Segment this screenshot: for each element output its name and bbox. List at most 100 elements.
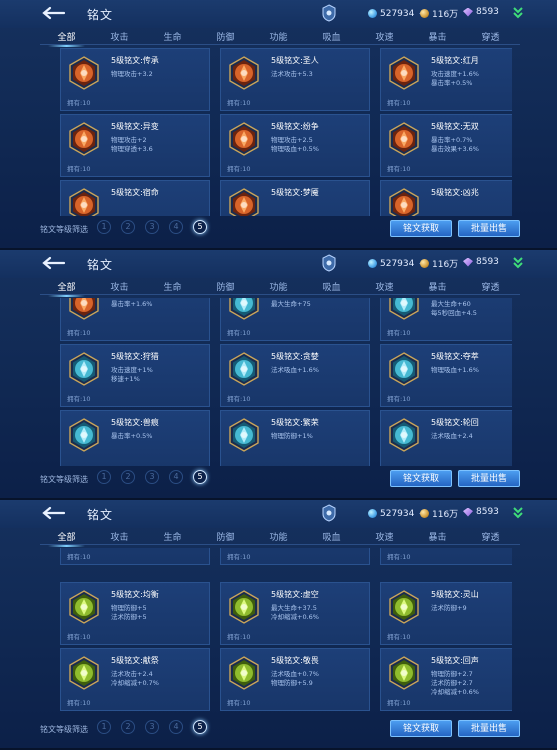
inscription-card[interactable]: 5级铭文:长生最大生命+75拥有:10 — [220, 298, 370, 341]
inscription-card[interactable]: 5级铭文:轮回 法术吸血+2.4 — [380, 410, 512, 466]
tab-6[interactable]: 攻速 — [358, 280, 411, 293]
batch-sell-button[interactable]: 批量出售 — [458, 720, 520, 737]
level-filter-3[interactable]: 3 — [145, 220, 159, 234]
inscription-card[interactable]: 5级铭文:纷争 物理攻击+2.5 物理吸血+0.5% 拥有:10 — [220, 114, 370, 177]
tab-2[interactable]: 生命 — [146, 30, 199, 43]
owned-count: 拥有:10 — [387, 99, 411, 107]
level-filter-4[interactable]: 4 — [169, 220, 183, 234]
get-inscription-button[interactable]: 铭文获取 — [390, 470, 452, 487]
inscription-card[interactable]: 5级铭文:敬畏 法术吸血+0.7% 物理防御+5.9 拥有:10 — [220, 648, 370, 711]
inscription-card[interactable]: 5级铭文:兽痕 暴击率+0.5% — [60, 410, 210, 466]
inscription-card[interactable]: 5级铭文:狩猎 攻击速度+1% 移速+1% 拥有:10 — [60, 344, 210, 407]
back-arrow-icon[interactable] — [40, 506, 66, 520]
inscription-card[interactable]: 5级铭文:无双 暴击率+0.7% 暴击效果+3.6% 拥有:10 — [380, 114, 512, 177]
inscription-card[interactable]: 5级铭文:冥想最大生命+60每5秒回血+4.5拥有:10 — [380, 298, 512, 341]
inscription-card[interactable]: 拥有:10 — [380, 548, 512, 565]
inscription-icon — [387, 298, 421, 320]
inscription-card[interactable]: 5级铭文:繁荣 物理防御+1% — [220, 410, 370, 466]
level-filter-3[interactable]: 3 — [145, 470, 159, 484]
level-filter-5[interactable]: 5 — [193, 220, 207, 234]
inscription-name: 5级铭文:狩猎 — [111, 352, 159, 361]
tab-6[interactable]: 攻速 — [358, 30, 411, 43]
tab-1[interactable]: 攻击 — [93, 530, 146, 543]
inscription-icon — [387, 352, 421, 386]
inscription-card[interactable]: 5级铭文:梦魇 — [220, 180, 370, 216]
inscription-card[interactable]: 5级铭文:献祭 法术攻击+2.4 冷却缩减+0.7% 拥有:10 — [60, 648, 210, 711]
inscription-card[interactable]: 5级铭文:灵山 法术防御+9 拥有:10 — [380, 582, 512, 645]
level-filter-2[interactable]: 2 — [121, 720, 135, 734]
tab-3[interactable]: 防御 — [199, 530, 252, 543]
tab-5[interactable]: 吸血 — [305, 280, 358, 293]
get-inscription-button[interactable]: 铭文获取 — [390, 720, 452, 737]
batch-sell-button[interactable]: 批量出售 — [458, 220, 520, 237]
tab-8[interactable]: 穿透 — [464, 30, 517, 43]
inscription-stat: 法术防御+9 — [431, 604, 467, 612]
inscription-card[interactable]: 5级铭文:宿命 — [60, 180, 210, 216]
tab-2[interactable]: 生命 — [146, 530, 199, 543]
tab-7[interactable]: 暴击 — [411, 530, 464, 543]
owned-count: 拥有:10 — [227, 329, 251, 337]
inscription-card[interactable]: 拥有:10 — [220, 548, 370, 565]
tab-8[interactable]: 穿透 — [464, 280, 517, 293]
level-filter-5[interactable]: 5 — [193, 470, 207, 484]
inscription-stat: 法术攻击+5.3 — [271, 70, 313, 78]
inscription-card[interactable]: 5级铭文:夺萃 物理吸血+1.6% 拥有:10 — [380, 344, 512, 407]
inscription-name: 5级铭文:繁荣 — [271, 418, 319, 427]
inscription-stat: 物理攻击+3.2 — [111, 70, 153, 78]
tab-5[interactable]: 吸血 — [305, 530, 358, 543]
batch-sell-button[interactable]: 批量出售 — [458, 470, 520, 487]
tab-8[interactable]: 穿透 — [464, 530, 517, 543]
tab-1[interactable]: 攻击 — [93, 280, 146, 293]
inscription-name: 5级铭文:虚空 — [271, 590, 319, 599]
diamond-balance[interactable]: 527934 + — [368, 507, 428, 520]
inscription-card[interactable]: 5级铭文:虚空 最大生命+37.5 冷却缩减+0.6% 拥有:10 — [220, 582, 370, 645]
tab-0[interactable]: 全部 — [40, 280, 93, 297]
tab-4[interactable]: 功能 — [252, 30, 305, 43]
tab-4[interactable]: 功能 — [252, 280, 305, 293]
tab-7[interactable]: 暴击 — [411, 30, 464, 43]
inscription-card[interactable]: 5级铭文:红月 攻击速度+1.6% 暴击率+0.5% 拥有:10 — [380, 48, 512, 111]
level-filter-2[interactable]: 2 — [121, 470, 135, 484]
shield-badge-icon[interactable] — [322, 254, 336, 272]
shield-badge-icon[interactable] — [322, 4, 336, 22]
inscription-card[interactable]: 5级铭文:回声 物理防御+2.7 法术防御+2.7 冷却缩减+0.6% 拥有:10 — [380, 648, 512, 711]
tab-3[interactable]: 防御 — [199, 30, 252, 43]
tab-2[interactable]: 生命 — [146, 280, 199, 293]
tab-0[interactable]: 全部 — [40, 530, 93, 547]
get-inscription-button[interactable]: 铭文获取 — [390, 220, 452, 237]
green-arrow-icon[interactable] — [512, 506, 524, 520]
inscription-card[interactable]: 5级铭文:异变 物理攻击+2 物理穿透+3.6 拥有:10 — [60, 114, 210, 177]
inscription-card[interactable]: 5级铭文:均衡 物理防御+5 法术防御+5 拥有:10 — [60, 582, 210, 645]
level-filter-1[interactable]: 1 — [97, 470, 111, 484]
diamond-balance[interactable]: 527934 + — [368, 257, 428, 270]
inscription-card[interactable]: 5级铭文:传承 物理攻击+3.2 拥有:10 — [60, 48, 210, 111]
diamond-balance[interactable]: 527934 + — [368, 7, 428, 20]
inscription-icon — [227, 418, 261, 452]
inscription-card[interactable]: 5级铭文:凶兆 — [380, 180, 512, 216]
back-arrow-icon[interactable] — [40, 256, 66, 270]
inscription-card[interactable]: 5级铭文:祸源暴击率+1.6%拥有:10 — [60, 298, 210, 341]
tab-7[interactable]: 暴击 — [411, 280, 464, 293]
level-filter-4[interactable]: 4 — [169, 470, 183, 484]
level-filter-1[interactable]: 1 — [97, 220, 111, 234]
back-arrow-icon[interactable] — [40, 6, 66, 20]
inscription-card[interactable]: 拥有:10 — [60, 548, 210, 565]
top-bar: 铭文 527934 + 116万 8593 — [0, 500, 557, 528]
inscription-card[interactable]: 5级铭文:圣人 法术攻击+5.3 拥有:10 — [220, 48, 370, 111]
green-arrow-icon[interactable] — [512, 256, 524, 270]
tab-5[interactable]: 吸血 — [305, 30, 358, 43]
tab-1[interactable]: 攻击 — [93, 30, 146, 43]
tab-4[interactable]: 功能 — [252, 530, 305, 543]
level-filter-2[interactable]: 2 — [121, 220, 135, 234]
inscription-card[interactable]: 5级铭文:贪婪 法术吸血+1.6% 拥有:10 — [220, 344, 370, 407]
tab-3[interactable]: 防御 — [199, 280, 252, 293]
inscription-stat: 冷却缩减+0.6% — [271, 613, 319, 621]
shield-badge-icon[interactable] — [322, 504, 336, 522]
green-arrow-icon[interactable] — [512, 6, 524, 20]
level-filter-4[interactable]: 4 — [169, 720, 183, 734]
tab-6[interactable]: 攻速 — [358, 530, 411, 543]
level-filter-1[interactable]: 1 — [97, 720, 111, 734]
level-filter-5[interactable]: 5 — [193, 720, 207, 734]
level-filter-3[interactable]: 3 — [145, 720, 159, 734]
tab-0[interactable]: 全部 — [40, 30, 93, 47]
